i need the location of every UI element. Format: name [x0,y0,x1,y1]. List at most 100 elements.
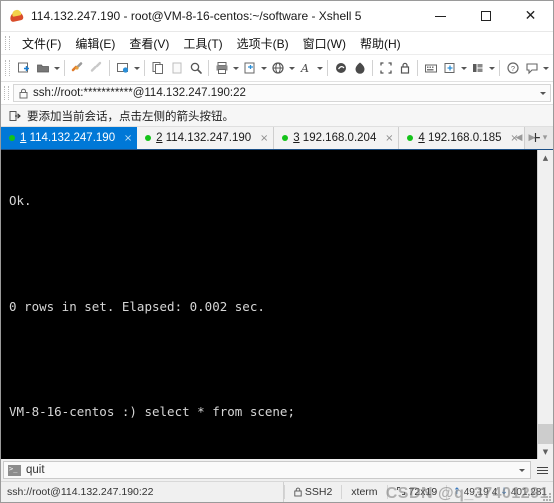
open-session-icon[interactable] [33,58,52,78]
toolbar-separator [372,60,373,76]
terminal-line: 0 rows in set. Elapsed: 0.002 sec. [9,298,265,314]
shell-prompt: VM-8-16-centos :) [9,404,145,420]
command-input[interactable]: quit [3,461,531,479]
new-window-icon[interactable] [440,58,459,78]
terminal-area: Ok. 0 rows in set. Elapsed: 0.002 sec. V… [1,149,553,459]
terminal-screen[interactable]: Ok. 0 rows in set. Elapsed: 0.002 sec. V… [1,150,537,459]
layout-icon[interactable] [468,58,487,78]
svg-text:A: A [300,62,309,75]
tab-2[interactable]: 2 114.132.247.190 × [137,127,275,149]
upload-icon: ↑ [453,487,461,497]
highlight-icon[interactable] [350,58,369,78]
new-window-dropdown-icon[interactable] [459,58,468,78]
tab-close-icon[interactable]: × [121,131,135,145]
file-transfer-dropdown-icon[interactable] [259,58,268,78]
tab-status-dot [407,135,414,141]
minimize-button[interactable] [418,1,463,31]
menu-tab[interactable]: 选项卡(B) [230,33,296,54]
toolbar-separator [109,60,110,76]
toolbar-drag-handle[interactable] [5,60,10,76]
add-session-icon[interactable] [9,110,21,122]
scrollbar-thumb[interactable] [538,424,553,444]
menu-window[interactable]: 窗口(W) [296,33,353,54]
globe-icon[interactable] [268,58,287,78]
status-protocol-label: SSH2 [304,486,333,498]
lock-icon [19,88,28,99]
status-bar: ssh://root@114.132.247.190:22 SSH2 xterm… [1,481,553,502]
menu-tools[interactable]: 工具(T) [176,33,229,54]
menu-edit[interactable]: 编辑(E) [68,33,122,54]
fullscreen-icon[interactable] [376,58,395,78]
status-transfer: ↑ 49,19 4 ↓ 401,281 [447,482,553,502]
tab-4[interactable]: 4 192.168.0.185 × [399,127,525,149]
toolbar-separator [499,60,500,76]
tab-close-icon[interactable]: × [382,131,396,145]
window-title: 114.132.247.190 - root@VM-8-16-centos:~/… [31,9,362,23]
tab-title: 114.132.247.190 [165,132,252,144]
address-drag-handle[interactable] [4,86,9,100]
tab-label: 4 192.168.0.185 [418,132,501,144]
title-bar: 114.132.247.190 - root@VM-8-16-centos:~/… [1,1,553,32]
new-session-icon[interactable] [14,58,33,78]
status-terminal-type: xterm [351,486,378,498]
command-bar: quit [1,459,553,481]
tab-next-icon[interactable]: ▶ [526,128,538,148]
menu-help[interactable]: 帮助(H) [353,33,408,54]
menu-drag-handle[interactable] [5,36,10,50]
tab-close-icon[interactable]: × [257,131,271,145]
toolbar-overflow-button[interactable] [543,55,549,81]
resize-icon [396,486,405,498]
tab-index: 2 [156,132,163,144]
close-button[interactable]: ✕ [508,1,553,31]
open-session-dropdown-icon[interactable] [52,58,61,78]
help-icon[interactable]: ? [503,58,522,78]
properties-dropdown-icon[interactable] [132,58,141,78]
address-dropdown-icon[interactable] [536,91,550,95]
terminal-scrollbar[interactable]: ▲ ▼ [537,150,553,459]
toolbar-separator [327,60,328,76]
scrollbar-track[interactable] [538,165,553,444]
tab-3[interactable]: 3 192.168.0.204 × [274,127,400,149]
log-icon[interactable] [331,58,350,78]
tab-1[interactable]: 1 114.132.247.190 × [1,127,138,149]
scroll-down-icon[interactable]: ▼ [538,444,553,459]
address-input[interactable]: ssh://root:***********@114.132.247.190:2… [13,84,551,102]
session-properties-icon[interactable] [113,58,132,78]
toolbar: A ? [1,55,553,82]
tab-list-icon[interactable]: ▾ [539,128,551,148]
print-icon[interactable] [212,58,231,78]
command-dropdown-icon[interactable] [514,468,530,472]
window-controls: ✕ [418,1,553,31]
maximize-button[interactable] [463,1,508,31]
status-size-label: 72x19 [408,486,438,498]
tab-prev-icon[interactable]: ◀ [513,128,525,148]
toolbar-separator [417,60,418,76]
globe-dropdown-icon[interactable] [287,58,296,78]
print-dropdown-icon[interactable] [231,58,240,78]
paste-icon[interactable] [167,58,186,78]
copy-icon[interactable] [148,58,167,78]
connect-icon[interactable] [68,58,87,78]
resize-grip[interactable] [539,489,551,501]
layout-dropdown-icon[interactable] [487,58,496,78]
font-icon[interactable]: A [296,58,315,78]
command-menu-icon[interactable] [533,461,551,479]
tab-index: 1 [20,132,27,144]
scroll-up-icon[interactable]: ▲ [538,150,553,165]
toolbar-separator [64,60,65,76]
disconnect-icon[interactable] [87,58,106,78]
menu-file[interactable]: 文件(F) [15,33,68,54]
lock-icon[interactable] [395,58,414,78]
tab-title: 192.168.0.185 [427,132,502,144]
keyboard-icon[interactable] [421,58,440,78]
font-dropdown-icon[interactable] [315,58,324,78]
find-icon[interactable] [186,58,205,78]
menu-view[interactable]: 查看(V) [122,33,176,54]
status-sent: 49,19 [463,486,489,498]
file-transfer-icon[interactable] [240,58,259,78]
feedback-icon[interactable] [522,58,541,78]
console-icon [8,464,21,476]
tab-label: 2 114.132.247.190 [156,132,251,144]
